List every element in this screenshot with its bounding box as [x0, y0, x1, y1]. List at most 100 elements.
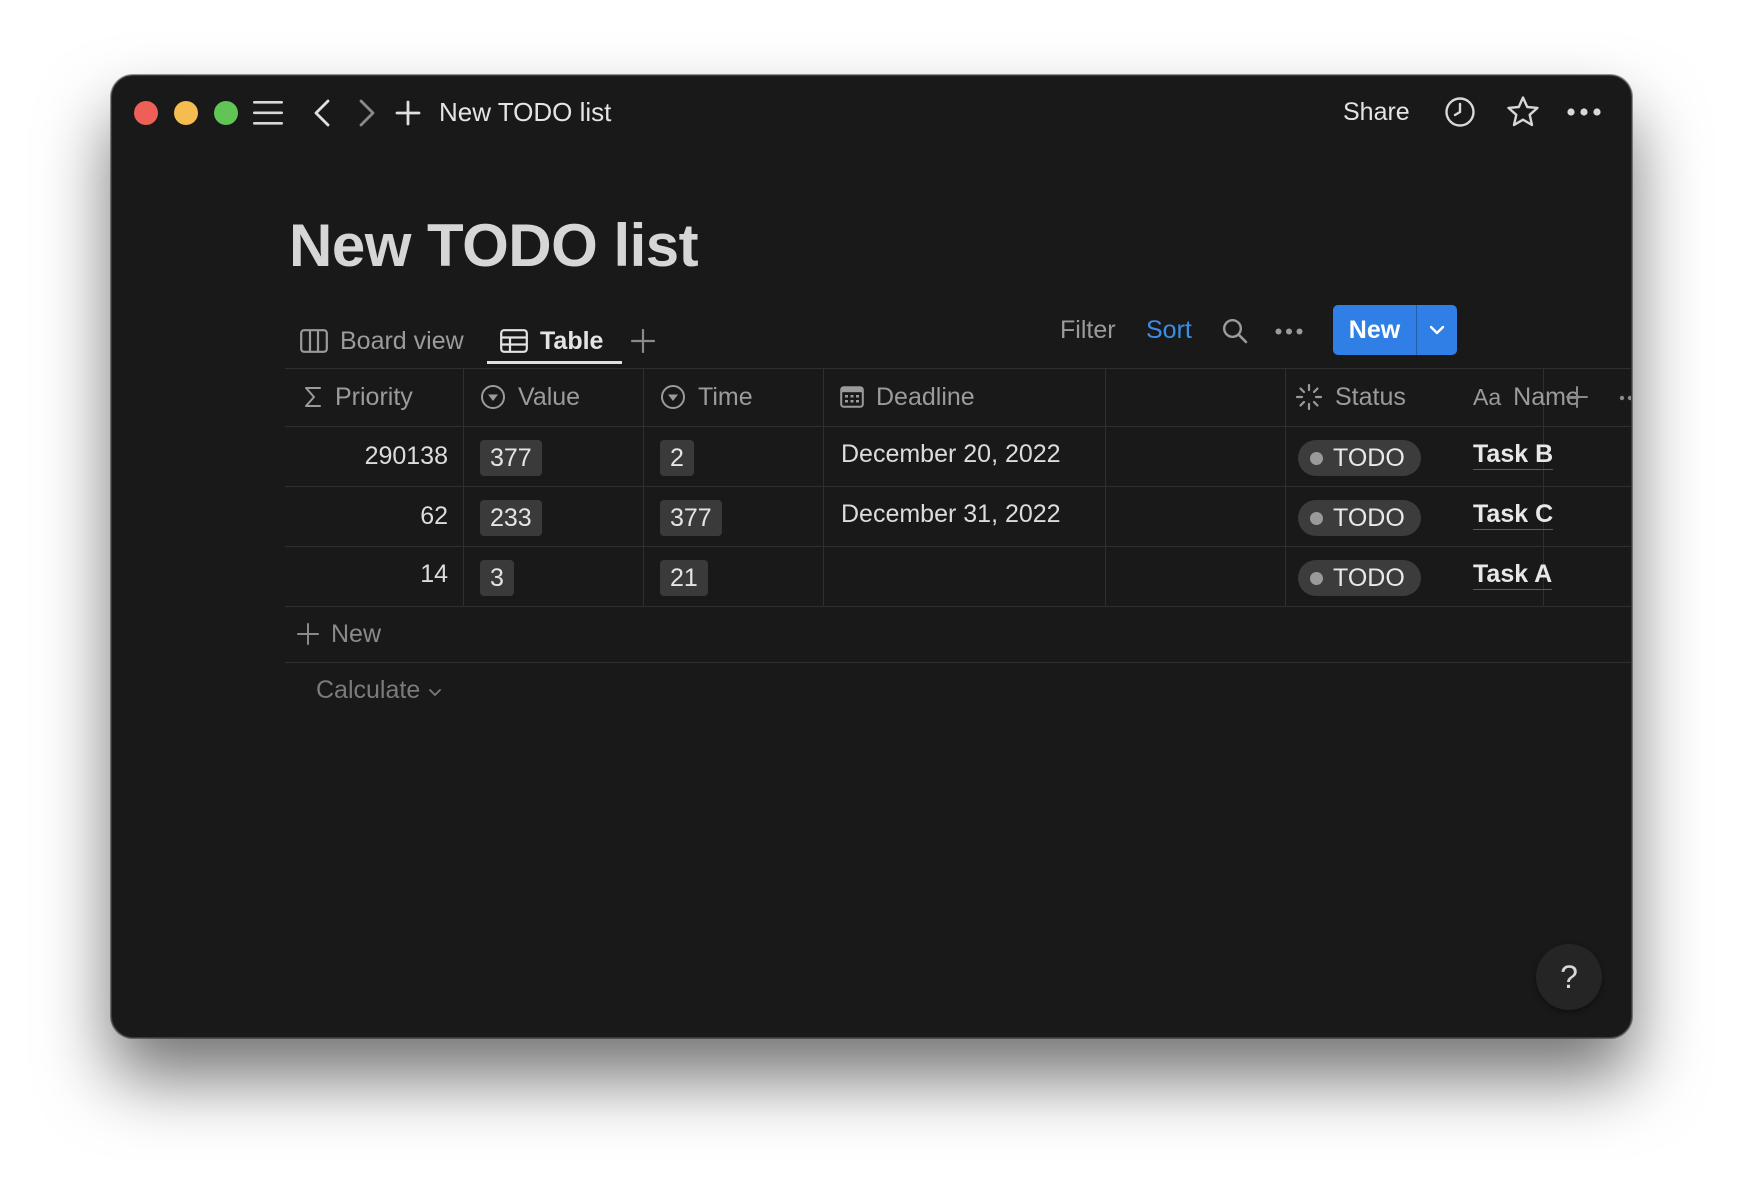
plus-icon	[631, 329, 655, 353]
table-cell-priority[interactable]: 62	[285, 486, 448, 546]
calendar-icon	[840, 386, 864, 408]
table-cell-status[interactable]: TODO	[1298, 488, 1421, 548]
table-cell-priority[interactable]: 290138	[285, 426, 448, 486]
status-badge: TODO	[1298, 560, 1421, 596]
more-options-button[interactable]	[1566, 100, 1602, 124]
add-row-button[interactable]: New	[297, 614, 381, 654]
table-cell-status[interactable]: TODO	[1298, 548, 1421, 608]
page-title[interactable]: New TODO list	[289, 206, 699, 286]
more-horizontal-icon	[1567, 108, 1601, 116]
zoom-window-button[interactable]	[214, 101, 238, 125]
table-cell-name[interactable]: Task C	[1473, 484, 1554, 544]
value-chip: 377	[480, 440, 542, 476]
column-header-name[interactable]: Aa Name	[1473, 368, 1631, 426]
plus-icon	[297, 623, 319, 645]
table-cell-name[interactable]: Task B	[1473, 424, 1554, 484]
chevron-right-icon	[359, 99, 375, 127]
column-header-label: Value	[518, 382, 581, 411]
table-cell-value[interactable]: 3	[480, 548, 514, 608]
active-tab-indicator	[487, 361, 622, 364]
status-label: TODO	[1333, 443, 1405, 472]
column-header-status[interactable]: Status	[1295, 368, 1475, 426]
status-badge: TODO	[1298, 500, 1421, 536]
app-window: New TODO list Share New TODO list Board …	[111, 75, 1632, 1038]
table-cell-priority[interactable]: 14	[285, 544, 448, 604]
column-header-label: Priority	[335, 382, 413, 411]
title-bar: New TODO list Share	[112, 76, 1631, 146]
status-label: TODO	[1333, 563, 1405, 592]
task-name-link[interactable]: Task A	[1473, 559, 1553, 590]
table-cell-value[interactable]: 377	[480, 428, 542, 488]
column-divider	[1285, 368, 1286, 606]
sort-button[interactable]: Sort	[1146, 313, 1192, 347]
table-cell-time[interactable]: 21	[660, 548, 708, 608]
table-icon	[500, 329, 528, 353]
column-divider	[463, 368, 464, 606]
status-dot-icon	[1310, 511, 1323, 525]
time-chip: 21	[660, 560, 708, 596]
plus-icon	[395, 100, 421, 126]
column-divider	[1105, 368, 1106, 606]
add-property-button[interactable]	[1564, 384, 1590, 410]
select-icon	[660, 384, 686, 410]
updates-button[interactable]	[1442, 94, 1478, 130]
task-name-link[interactable]: Task C	[1473, 499, 1554, 530]
status-icon	[1295, 383, 1323, 411]
close-window-button[interactable]	[134, 101, 158, 125]
add-row-label: New	[331, 619, 382, 648]
tab-table-label: Table	[540, 326, 604, 355]
table-cell-name[interactable]: Task A	[1473, 544, 1553, 604]
column-header-deadline[interactable]: Deadline	[840, 368, 1100, 426]
minimize-window-button[interactable]	[174, 101, 198, 125]
status-label: TODO	[1333, 503, 1405, 532]
table-cell-time[interactable]: 2	[660, 428, 694, 488]
back-button[interactable]	[307, 96, 337, 130]
status-dot-icon	[1310, 451, 1323, 465]
table-cell-status[interactable]: TODO	[1298, 428, 1421, 488]
board-icon	[300, 329, 328, 353]
tab-board-view[interactable]: Board view	[300, 323, 464, 359]
new-button[interactable]: New	[1333, 305, 1417, 355]
more-horizontal-icon	[1619, 395, 1631, 401]
status-dot-icon	[1310, 571, 1323, 585]
view-options-button[interactable]	[1274, 323, 1304, 339]
tab-table[interactable]: Table	[500, 323, 603, 359]
select-icon	[480, 384, 506, 410]
status-badge: TODO	[1298, 440, 1421, 476]
help-button[interactable]: ?	[1536, 944, 1602, 1010]
table-cell-time[interactable]: 377	[660, 488, 722, 548]
text-icon: Aa	[1473, 383, 1502, 410]
table-divider	[285, 662, 1631, 663]
plus-icon	[1566, 386, 1588, 408]
clock-icon	[1445, 97, 1475, 127]
column-header-label: Time	[698, 382, 753, 411]
new-record-button: New	[1333, 305, 1457, 355]
new-template-dropdown[interactable]	[1417, 305, 1457, 355]
calculate-button[interactable]: Calculate	[316, 670, 442, 710]
chevron-down-icon	[1429, 325, 1445, 335]
table-cell-deadline[interactable]: December 20, 2022	[841, 424, 1061, 484]
add-view-button[interactable]	[628, 326, 658, 356]
hamburger-icon	[253, 101, 283, 125]
column-divider	[643, 368, 644, 606]
column-header-priority[interactable]: Priority	[303, 368, 463, 426]
column-header-time[interactable]: Time	[660, 368, 820, 426]
column-header-value[interactable]: Value	[480, 368, 640, 426]
table-cell-value[interactable]: 233	[480, 488, 542, 548]
sidebar-menu-icon[interactable]	[251, 96, 285, 130]
new-page-button[interactable]	[392, 96, 424, 130]
breadcrumb-page-title[interactable]: New TODO list	[439, 95, 611, 129]
filter-button[interactable]: Filter	[1060, 313, 1116, 347]
column-header-label: Deadline	[876, 382, 975, 411]
chevron-left-icon	[314, 99, 330, 127]
favorite-button[interactable]	[1504, 93, 1542, 131]
time-chip: 377	[660, 500, 722, 536]
more-properties-button[interactable]	[1619, 395, 1631, 401]
search-button[interactable]	[1220, 316, 1250, 346]
table-cell-deadline[interactable]: December 31, 2022	[841, 484, 1061, 544]
search-icon	[1222, 318, 1248, 344]
value-chip: 3	[480, 560, 514, 596]
share-button[interactable]: Share	[1343, 95, 1410, 129]
forward-button[interactable]	[352, 96, 382, 130]
task-name-link[interactable]: Task B	[1473, 439, 1554, 470]
